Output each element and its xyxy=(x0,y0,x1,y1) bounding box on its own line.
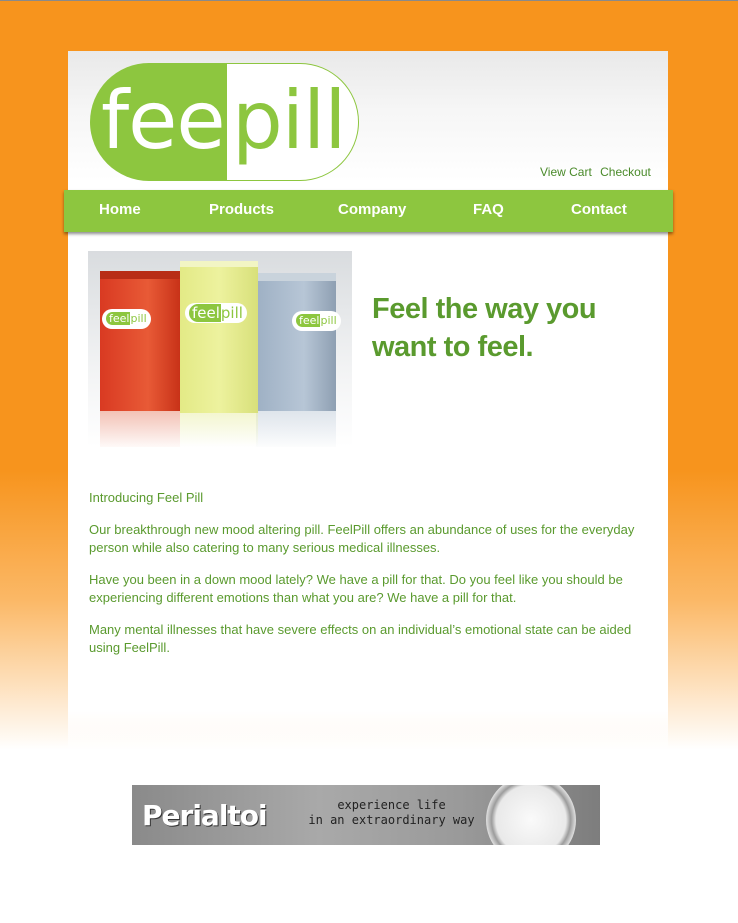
nav-home[interactable]: Home xyxy=(99,201,141,218)
main-nav: Home Products Company FAQ Contact xyxy=(64,190,673,232)
content-paragraph: Have you been in a down mood lately? We … xyxy=(89,572,623,605)
feelpill-logo[interactable]: feel pill xyxy=(90,63,360,181)
cart-links: View Cart Checkout xyxy=(540,165,656,179)
main-content: Introducing Feel Pill Our breakthrough n… xyxy=(89,489,654,671)
hero-product-image: feelpill feelpill feelpill xyxy=(88,251,352,447)
advertisement-banner[interactable]: Perialtoi experience life in an extraord… xyxy=(132,785,600,845)
content-paragraph: Our breakthrough new mood altering pill.… xyxy=(89,522,635,555)
view-cart-link[interactable]: View Cart xyxy=(540,165,592,179)
checkout-link[interactable]: Checkout xyxy=(600,165,651,179)
logo-text-pill: pill xyxy=(232,74,346,167)
product-box-yellow: feelpill xyxy=(180,261,258,447)
box-label-blue: feelpill xyxy=(292,311,341,331)
banner-tagline-line-1: experience life xyxy=(337,798,446,812)
nav-company[interactable]: Company xyxy=(338,201,406,218)
content-paragraph: Many mental illnesses that have severe e… xyxy=(89,622,632,655)
logo-text-feel: feel xyxy=(101,74,247,167)
product-box-red: feelpill xyxy=(100,271,180,447)
hero-headline: Feel the way you want to feel. xyxy=(372,290,652,366)
nav-products[interactable]: Products xyxy=(209,201,274,218)
window-top-border xyxy=(0,0,738,1)
banner-tagline-line-2: in an extraordinary way xyxy=(308,813,475,827)
nav-contact[interactable]: Contact xyxy=(571,201,627,218)
banner-tagline: experience life in an extraordinary way xyxy=(304,798,479,828)
product-box-blue: feelpill xyxy=(256,273,341,447)
banner-brand: Perialtoi xyxy=(142,799,268,832)
headline-line-1: Feel the way you xyxy=(372,293,597,325)
box-label-red: feelpill xyxy=(102,309,151,329)
box-label-yellow: feelpill xyxy=(185,303,247,323)
watch-image xyxy=(486,785,576,845)
intro-heading: Introducing Feel Pill xyxy=(89,490,204,505)
headline-line-2: want to feel. xyxy=(372,331,534,363)
nav-faq[interactable]: FAQ xyxy=(473,201,504,218)
